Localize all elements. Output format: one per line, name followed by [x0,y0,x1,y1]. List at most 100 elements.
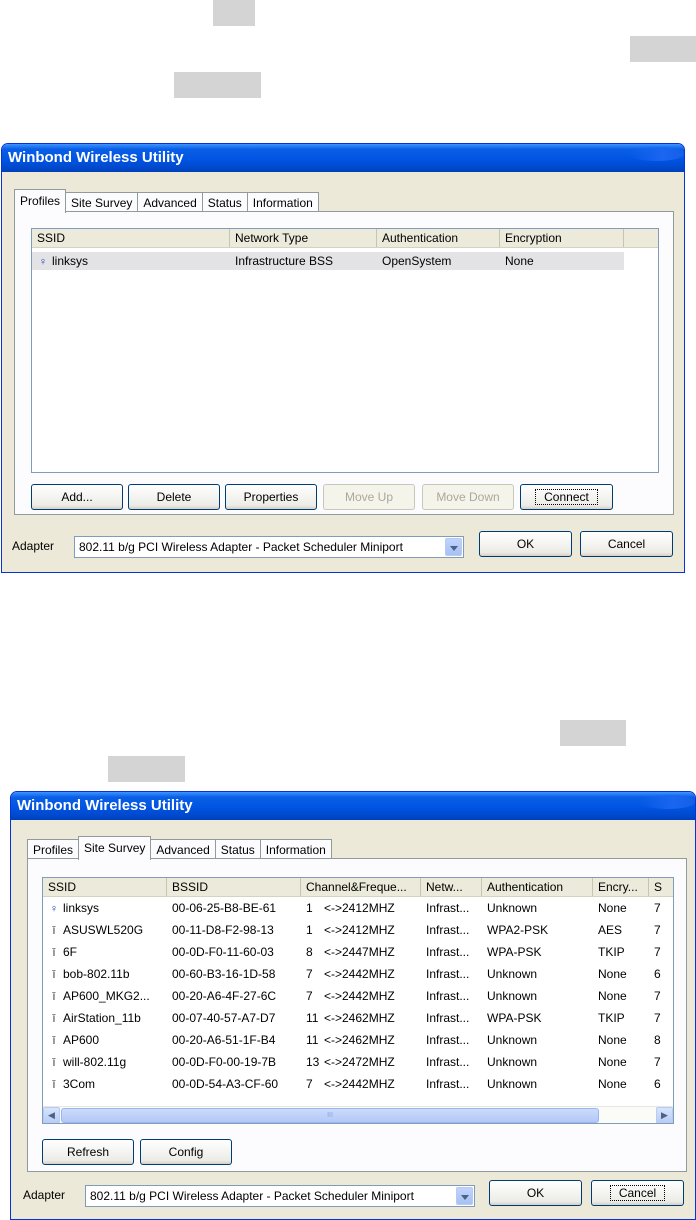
cell-signal: 7 [654,901,661,915]
add-button[interactable]: Add... [31,484,123,510]
cell-channel: 1 [306,901,313,915]
delete-button[interactable]: Delete [128,484,220,510]
connected-antenna-icon: ♀ [49,903,59,915]
site-survey-list[interactable]: SSID BSSID Channel&Freque... Netw... Aut… [42,877,674,1124]
cell-signal: 7 [654,1055,661,1069]
column-channel-frequency[interactable]: Channel&Freque... [301,878,421,896]
tab-information[interactable]: Information [246,192,319,213]
adapter-select[interactable]: 802.11 b/g PCI Wireless Adapter - Packet… [85,1185,475,1207]
tab-profiles[interactable]: Profiles [27,839,80,860]
cell-encryption: None [598,901,627,915]
cell-channel: 7 [306,1077,313,1091]
cell-freq: <->2412MHZ [324,901,395,915]
title-bar[interactable]: Winbond Wireless Utility [2,144,684,172]
cell-signal: 7 [654,945,661,959]
site-survey-window: Winbond Wireless Utility Profiles Site S… [10,791,696,1220]
column-network-type[interactable]: Network Type [230,229,377,247]
cell-bssid: 00-20-A6-4F-27-6C [172,989,277,1003]
tab-status[interactable]: Status [214,839,261,860]
connect-button[interactable]: Connect [520,484,613,510]
table-row[interactable]: ǐ AirStation_11b 00-07-40-57-A7-D7 11 <->246… [43,1009,673,1027]
connected-antenna-icon: ♀ [38,256,48,268]
table-row[interactable]: ǐ bob-802.11b 00-60-B3-16-1D-58 7 <->2442MHZ… [43,965,673,983]
tab-advanced[interactable]: Advanced [137,192,203,213]
horizontal-scrollbar[interactable]: ◀ III ▶ [43,1106,673,1123]
tab-site-survey[interactable]: Site Survey [65,192,139,213]
table-row[interactable]: ♀ linksys Infrastructure BSS OpenSystem N… [32,252,624,270]
column-network[interactable]: Netw... [421,878,482,896]
cell-encryption: None [598,1077,627,1091]
ok-button[interactable]: OK [489,1180,582,1206]
column-authentication[interactable]: Authentication [482,878,593,896]
cell-network: Infrast... [426,923,470,937]
table-row[interactable]: ǐ ASUSWL520G 00-11-D8-F2-98-13 1 <->2412MHZ I… [43,921,673,939]
cancel-button[interactable]: Cancel [591,1180,684,1206]
column-bssid[interactable]: BSSID [167,878,301,896]
scroll-left-icon[interactable]: ◀ [43,1107,60,1123]
tab-strip: Profiles Site Survey Advanced Status Inf… [27,836,332,860]
column-ssid[interactable]: SSID [43,878,167,896]
cell-network: Infrast... [426,1033,470,1047]
chevron-down-icon[interactable] [456,1187,473,1205]
doc-highlight [630,36,696,62]
table-row[interactable]: ♀ linksys 00-06-25-B8-BE-61 1 <->2412MHZ Infr… [43,899,673,917]
cell-network: Infrast... [426,967,470,981]
profiles-list[interactable]: SSID Network Type Authentication Encrypt… [31,228,659,473]
cell-bssid: 00-20-A6-51-1F-B4 [172,1033,276,1047]
table-row[interactable]: ǐ AP600 00-20-A6-51-1F-B4 11 <->2462MHZ Infra… [43,1031,673,1049]
cell-authentication: Unknown [487,967,538,981]
tab-status[interactable]: Status [201,192,248,213]
cell-authentication: WPA2-PSK [487,923,549,937]
column-encryption[interactable]: Encryption [500,229,624,247]
tab-site-survey[interactable]: Site Survey [78,836,152,860]
doc-highlight [213,0,255,26]
cell-ssid: ǐ 6F [43,943,167,961]
adapter-label: Adapter [12,539,55,553]
cell-signal: 6 [654,967,661,981]
column-authentication[interactable]: Authentication [377,229,500,247]
cell-authentication: Unknown [487,1077,538,1091]
move-down-button[interactable]: Move Down [422,484,514,510]
adapter-select[interactable]: 802.11 b/g PCI Wireless Adapter - Packet… [74,536,464,558]
cancel-button[interactable]: Cancel [580,531,673,557]
refresh-button[interactable]: Refresh [42,1139,134,1165]
tab-profiles[interactable]: Profiles [14,189,67,213]
table-row[interactable]: ǐ will-802.11g 00-0D-F0-00-19-7B 13 <->2472M… [43,1053,673,1071]
config-button[interactable]: Config [140,1139,232,1165]
chevron-down-icon[interactable] [445,538,462,556]
title-decoration [640,795,695,809]
cell-bssid: 00-07-40-57-A7-D7 [172,1011,276,1025]
cell-network: Infrast... [426,989,470,1003]
scroll-right-icon[interactable]: ▶ [656,1107,673,1123]
cell-bssid: 00-11-D8-F2-98-13 [172,923,274,937]
antenna-icon: ǐ [52,1035,56,1047]
antenna-icon: ǐ [52,947,56,959]
cell-encryption: TKIP [598,1011,625,1025]
antenna-icon: ǐ [52,991,56,1003]
cell-bssid: 00-0D-54-A3-CF-60 [172,1077,279,1091]
cell-bssid: 00-0D-F0-00-19-7B [172,1055,277,1069]
doc-highlight [174,72,261,98]
cell-ssid: ǐ will-802.11g [43,1053,167,1071]
cell-ssid: linksys [52,254,89,268]
title-bar[interactable]: Winbond Wireless Utility [11,792,695,820]
cell-freq: <->2472MHZ [324,1055,395,1069]
table-row[interactable]: ǐ 3Com 00-0D-54-A3-CF-60 7 <->2442MHZ Infrast… [43,1075,673,1093]
ok-button[interactable]: OK [479,531,572,557]
tab-advanced[interactable]: Advanced [150,839,216,860]
move-up-button[interactable]: Move Up [323,484,415,510]
scroll-thumb[interactable]: III [61,1108,599,1123]
cell-encryption: None [505,254,534,268]
column-encryption[interactable]: Encry... [593,878,649,896]
table-row[interactable]: ǐ AP600_MKG2... 00-20-A6-4F-27-6C 7 <->2442M… [43,987,673,1005]
site-survey-panel: SSID BSSID Channel&Freque... Netw... Aut… [27,858,687,1172]
tab-information[interactable]: Information [259,839,332,860]
cell-authentication: Unknown [487,901,538,915]
column-signal[interactable]: S [649,878,673,896]
properties-button[interactable]: Properties [225,484,317,510]
cell-network: Infrast... [426,1011,470,1025]
column-ssid[interactable]: SSID [32,229,230,247]
table-row[interactable]: ǐ 6F 00-0D-F0-11-60-03 8 <->2447MHZ Infrast..… [43,943,673,961]
profiles-panel: SSID Network Type Authentication Encrypt… [14,211,674,515]
tab-strip: Profiles Site Survey Advanced Status Inf… [14,189,319,213]
